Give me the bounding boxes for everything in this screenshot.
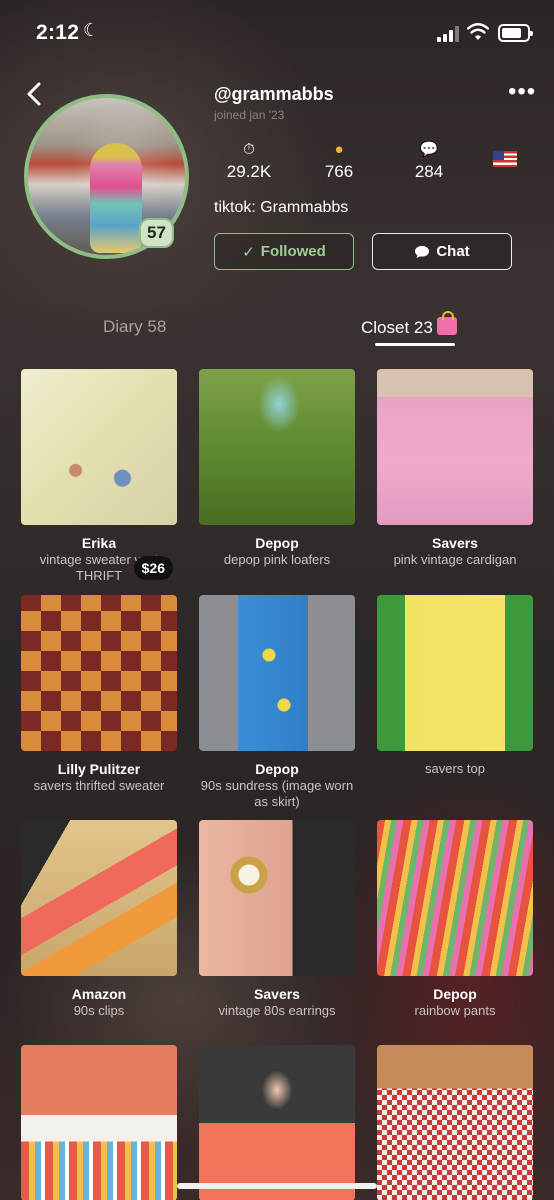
closet-item[interactable] [377, 1045, 533, 1200]
cellular-signal-icon [437, 26, 459, 42]
item-brand: Savers [254, 986, 300, 1002]
check-icon: ✓ [242, 243, 255, 261]
closet-item[interactable]: Depop 90s sundress (image worn as skirt) [199, 595, 355, 810]
chat-bubble-icon [415, 245, 430, 258]
price-badge: $26 [133, 556, 173, 580]
us-flag-icon [493, 151, 517, 167]
item-brand: Lilly Pulitzer [57, 761, 141, 777]
stat-followers[interactable]: ⏱ 29.2K [219, 140, 279, 182]
active-tab-indicator [375, 343, 455, 346]
item-description: pink vintage cardigan [393, 552, 517, 567]
item-description: 90s clips [73, 1003, 125, 1018]
closet-item[interactable] [21, 1045, 177, 1200]
tab-closet-label: Closet 23 [361, 318, 433, 337]
item-photo [377, 369, 533, 525]
person-emoji-icon: ● [334, 141, 344, 158]
more-options-icon[interactable]: ••• [508, 80, 536, 104]
item-photo [21, 595, 177, 751]
joined-date: joined jan '23 [214, 108, 285, 122]
followed-label: Followed [260, 243, 326, 260]
stopwatch-icon: ⏱ [243, 141, 255, 158]
item-brand: Depop [255, 761, 299, 777]
item-description: vintage 80s earrings [218, 1003, 336, 1018]
chat-button[interactable]: Chat [372, 233, 512, 270]
shopping-bag-icon [436, 311, 457, 335]
item-photo [199, 595, 355, 751]
tiktok-handle: tiktok: Grammabbs [214, 199, 349, 216]
stat-value: 766 [324, 162, 354, 181]
item-photo [199, 369, 355, 525]
item-photo [199, 1045, 355, 1200]
closet-item[interactable]: savers top [377, 595, 533, 777]
stat-value: 29.2K [226, 162, 272, 181]
item-brand: Depop [255, 535, 299, 551]
back-arrow-icon[interactable] [22, 80, 46, 108]
closet-item[interactable] [199, 1045, 355, 1200]
tab-diary[interactable]: Diary 58 [103, 317, 166, 337]
item-description: depop pink loafers [223, 552, 331, 567]
closet-item[interactable]: Depop depop pink loafers [199, 369, 355, 568]
item-photo [199, 820, 355, 976]
item-photo [21, 820, 177, 976]
item-description: savers top [425, 761, 485, 776]
stat-value: 284 [414, 162, 444, 181]
closet-item[interactable]: Savers pink vintage cardigan [377, 369, 533, 568]
closet-item[interactable]: Amazon 90s clips [21, 820, 177, 1019]
item-brand: Depop [433, 986, 477, 1002]
closet-item[interactable]: Lilly Pulitzer savers thrifted sweater [21, 595, 177, 794]
avatar-photo-subject [90, 143, 142, 253]
item-description: 90s sundress (image worn as skirt) [200, 778, 354, 809]
username: @grammabbs [214, 84, 334, 104]
item-photo [21, 1045, 177, 1200]
followed-button[interactable]: ✓ Followed [214, 233, 354, 270]
item-photo [377, 595, 533, 751]
item-brand: Erika [81, 535, 117, 551]
status-time: 2:12 [36, 21, 80, 44]
item-photo [377, 820, 533, 976]
moon-icon: ☾ [83, 20, 100, 40]
status-bar: 2:12 ☾ [0, 0, 554, 66]
item-description: rainbow pants [414, 1003, 496, 1018]
closet-item[interactable]: Savers vintage 80s earrings [199, 820, 355, 1019]
stat-following[interactable]: ● 766 [309, 140, 369, 182]
item-photo [377, 1045, 533, 1200]
battery-icon [498, 24, 533, 42]
chat-label: Chat [436, 243, 470, 260]
item-brand: Savers [432, 535, 478, 551]
wifi-icon [467, 23, 489, 40]
tab-closet[interactable]: Closet 23 [361, 311, 457, 338]
item-description: savers thrifted sweater [33, 778, 165, 793]
item-brand: Amazon [71, 986, 127, 1002]
home-indicator[interactable] [177, 1183, 377, 1189]
item-photo [21, 369, 177, 525]
closet-item[interactable]: $26 Erika vintage sweater vest THRIFT [21, 369, 177, 584]
stat-comments[interactable]: 💬 284 [399, 140, 459, 182]
speech-bubble-icon: 💬 [419, 141, 439, 158]
closet-item[interactable]: Depop rainbow pants [377, 820, 533, 1019]
level-badge: 57 [139, 218, 174, 248]
